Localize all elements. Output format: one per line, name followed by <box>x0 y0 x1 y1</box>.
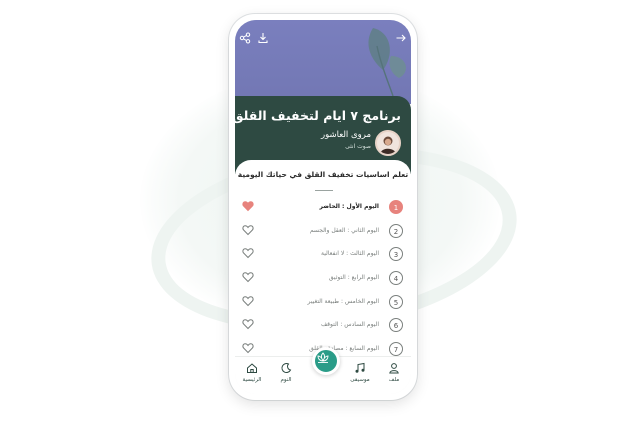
day-number: 6 <box>389 318 403 333</box>
day-row[interactable]: 3 اليوم الثالث : لا انفعالية <box>235 244 411 268</box>
program-subtitle: تعلم اساسيات تخفيف القلق في حياتك اليومي… <box>237 170 409 179</box>
day-label: اليوم الخامس : طبيعة التغيير <box>307 297 379 305</box>
heart-icon[interactable] <box>242 271 254 283</box>
author-avatar <box>375 130 401 156</box>
arrow-right-icon[interactable] <box>395 32 407 44</box>
day-list-card: تعلم اساسيات تخفيف القلق في حياتك اليومي… <box>235 160 411 372</box>
nav-sleep[interactable]: النوم <box>271 361 301 383</box>
day-number: 2 <box>389 223 403 238</box>
user-icon <box>389 363 399 374</box>
moon-icon <box>281 363 292 374</box>
day-label: اليوم الثالث : لا انفعالية <box>321 250 379 258</box>
lotus-icon <box>317 352 329 363</box>
day-number: 7 <box>389 342 403 357</box>
bottom-nav: الرئيسية النوم موسيقى ملف <box>235 347 411 394</box>
day-number: 1 <box>389 200 403 214</box>
day-row[interactable]: 1 اليوم الأول : الحاضر <box>235 197 411 221</box>
meditate-button[interactable] <box>312 347 340 375</box>
day-row[interactable]: 5 اليوم الخامس : طبيعة التغيير <box>235 292 411 316</box>
day-number: 3 <box>389 247 403 262</box>
day-list: 1 اليوم الأول : الحاضر 2 اليوم الثاني : الع… <box>235 197 411 363</box>
day-label: اليوم الرابع : التوثيق <box>328 274 379 282</box>
divider <box>315 190 333 191</box>
nav-sleep-label: النوم <box>280 377 292 383</box>
home-icon <box>247 363 257 373</box>
nav-profile-label: ملف <box>388 377 400 383</box>
day-number: 4 <box>389 271 403 286</box>
nav-music-label: موسيقى <box>350 377 370 383</box>
day-number: 5 <box>389 294 403 309</box>
share-icon[interactable] <box>239 32 251 44</box>
hero-header <box>235 20 411 104</box>
music-icon <box>355 362 365 373</box>
day-row[interactable]: 4 اليوم الرابع : التوثيق <box>235 268 411 292</box>
phone-frame: برنامج ٧ ايام لتخفيف القلق مروى العاشور … <box>229 14 417 400</box>
day-label: اليوم الأول : الحاضر <box>319 203 379 210</box>
heart-icon[interactable] <box>242 318 254 330</box>
day-row[interactable]: 6 اليوم السادس : التوقف <box>235 315 411 339</box>
nav-home[interactable]: الرئيسية <box>237 361 267 383</box>
program-title: برنامج ٧ ايام لتخفيف القلق <box>235 108 401 123</box>
author-name: مروى العاشور <box>321 130 371 140</box>
nav-music[interactable]: موسيقى <box>345 361 375 383</box>
heart-icon[interactable] <box>242 295 254 307</box>
day-label: اليوم السادس : التوقف <box>320 321 379 329</box>
nav-home-label: الرئيسية <box>242 377 262 383</box>
heart-icon[interactable] <box>242 224 254 236</box>
heart-icon[interactable] <box>242 342 254 354</box>
download-icon[interactable] <box>257 32 269 44</box>
voice-type: صوت انثى <box>345 143 371 150</box>
day-row[interactable]: 2 اليوم الثاني : العقل والجسم <box>235 221 411 245</box>
day-label: اليوم الثاني : العقل والجسم <box>309 226 379 234</box>
app-screen: برنامج ٧ ايام لتخفيف القلق مروى العاشور … <box>235 20 411 394</box>
heart-icon[interactable] <box>242 200 254 212</box>
nav-profile[interactable]: ملف <box>379 361 409 383</box>
heart-icon[interactable] <box>242 247 254 259</box>
